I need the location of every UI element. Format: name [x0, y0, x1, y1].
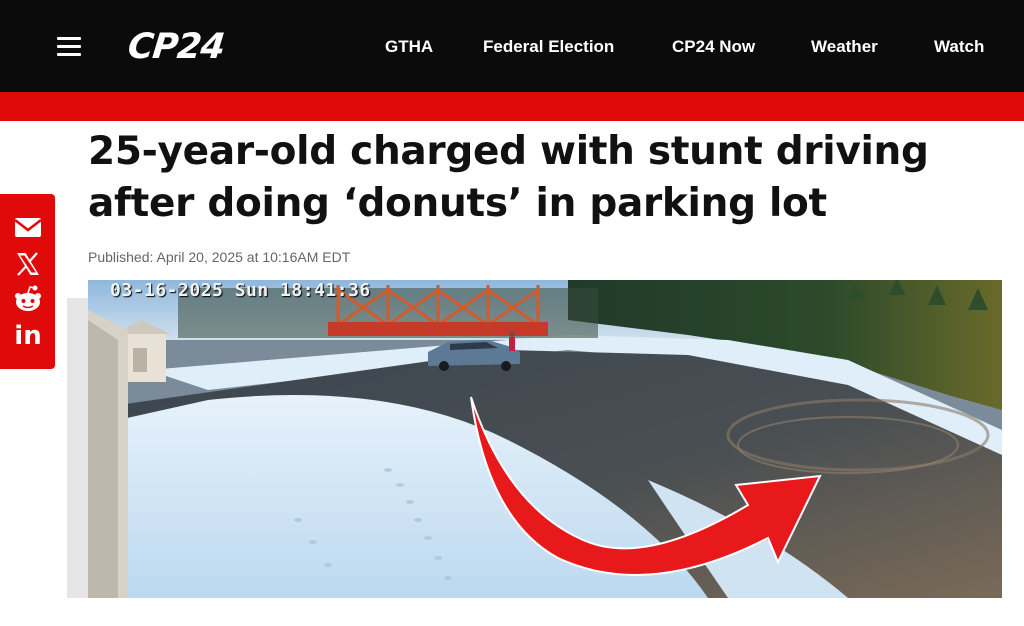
article-headline: 25-year-old charged with stunt driving a…: [88, 129, 929, 226]
x-icon[interactable]: [13, 249, 43, 279]
main-nav: GTHA Federal Election CP24 Now Weather W…: [0, 34, 1024, 60]
linkedin-icon[interactable]: in: [13, 321, 43, 351]
nav-item-watch[interactable]: Watch: [934, 34, 984, 60]
published-date: Published: April 20, 2025 at 10:16AM EDT: [88, 249, 351, 265]
nav-item-gtha[interactable]: GTHA: [385, 34, 433, 60]
security-camera-scene: [88, 280, 1002, 598]
share-rail: in: [0, 194, 55, 369]
top-navigation-bar: CP24 GTHA Federal Election CP24 Now Weat…: [0, 0, 1024, 92]
red-accent-bar: [0, 92, 1024, 121]
reddit-icon[interactable]: [13, 284, 43, 314]
photo-shadow: [67, 298, 89, 598]
nav-item-weather[interactable]: Weather: [811, 34, 878, 60]
email-icon[interactable]: [13, 212, 43, 242]
camera-timestamp: 03-16-2025 Sun 18:41:36: [110, 280, 371, 301]
article-photo[interactable]: 03-16-2025 Sun 18:41:36: [88, 280, 1002, 598]
nav-item-federal-election[interactable]: Federal Election: [483, 34, 614, 60]
nav-item-cp24-now[interactable]: CP24 Now: [672, 34, 755, 60]
